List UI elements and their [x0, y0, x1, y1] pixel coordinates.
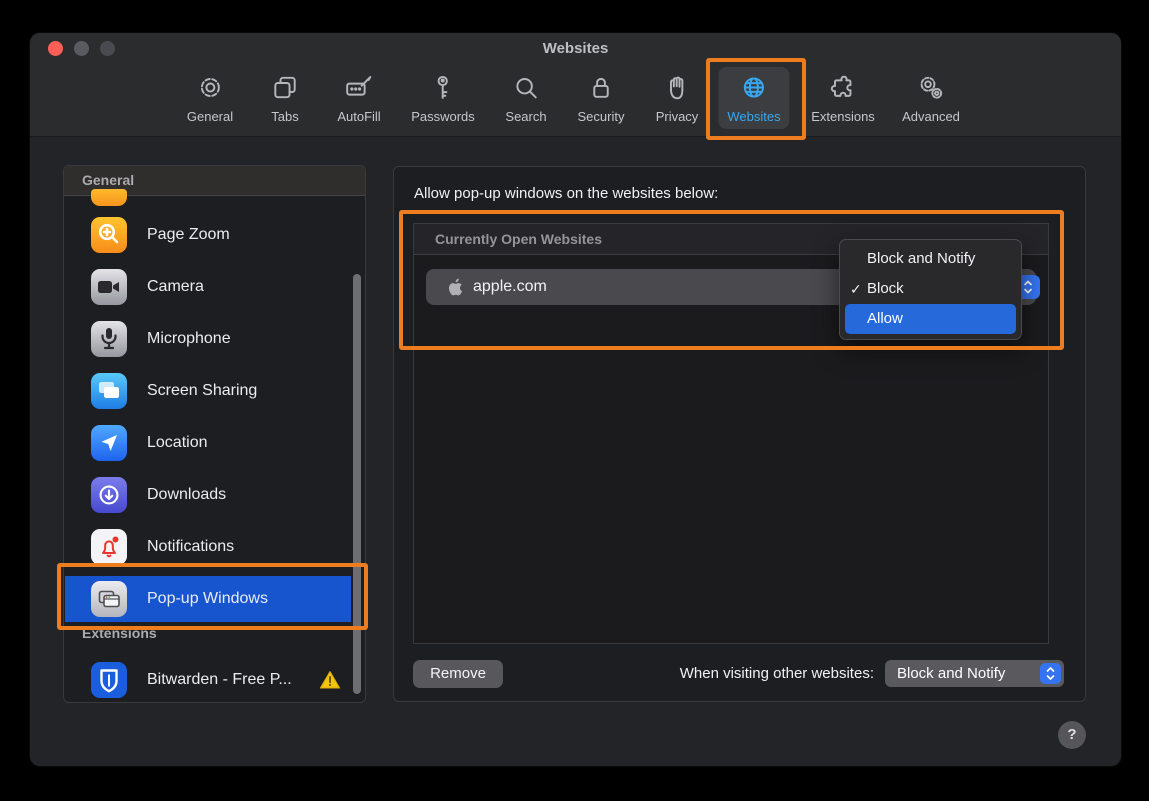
sidebar-item-camera[interactable]: Camera	[65, 264, 351, 310]
policy-value: Block and Notify	[897, 665, 1005, 682]
sidebar-item-label: Screen Sharing	[147, 382, 257, 400]
tab-label: Privacy	[656, 109, 699, 124]
sidebar-item-label: Notifications	[147, 538, 234, 556]
tab-websites[interactable]: Websites	[718, 67, 789, 129]
sidebar-item-page-zoom[interactable]: Page Zoom	[65, 212, 351, 258]
menu-item-label: Block and Notify	[867, 250, 975, 267]
lock-icon	[586, 72, 617, 106]
table-header-label: Currently Open Websites	[435, 224, 602, 254]
tab-label: Passwords	[411, 109, 475, 124]
menu-item-block[interactable]: ✓ Block	[845, 274, 1016, 304]
gear-icon	[195, 72, 226, 106]
checkmark-icon: ✓	[850, 274, 862, 304]
menu-item-allow[interactable]: Allow	[845, 304, 1016, 334]
sidebar-section-extensions: Extensions	[82, 625, 157, 641]
sidebar-item-label: Bitwarden - Free P...	[147, 671, 292, 689]
sidebar-item-label: Pop-up Windows	[147, 590, 268, 608]
apple-icon	[447, 278, 463, 296]
screen-sharing-icon	[91, 373, 127, 409]
tab-privacy[interactable]: Privacy	[647, 67, 708, 129]
downloads-icon	[91, 477, 127, 513]
sidebar-item-popup-windows[interactable]: Pop-up Windows	[65, 576, 351, 622]
tab-label: Security	[578, 109, 625, 124]
partial-item-icon	[91, 189, 127, 206]
sidebar: General Page Zoom Camera Microphone	[63, 165, 366, 703]
sidebar-item-label: Downloads	[147, 486, 226, 504]
tabs-icon	[270, 72, 301, 106]
tab-label: Search	[505, 109, 546, 124]
tab-tabs[interactable]: Tabs	[261, 67, 310, 129]
sidebar-item-screen-sharing[interactable]: Screen Sharing	[65, 368, 351, 414]
titlebar-toolbar: Websites General Tabs AutoFill Passwords…	[30, 33, 1121, 137]
tab-label: General	[187, 109, 233, 124]
sidebar-item-downloads[interactable]: Downloads	[65, 472, 351, 518]
bitwarden-icon	[91, 662, 127, 698]
tab-advanced[interactable]: Advanced	[893, 67, 969, 129]
sidebar-item-label: Page Zoom	[147, 226, 230, 244]
menu-item-block-and-notify[interactable]: Block and Notify	[845, 244, 1016, 274]
microphone-icon	[91, 321, 127, 357]
search-icon	[510, 72, 541, 106]
tab-search[interactable]: Search	[496, 67, 555, 129]
gears-icon	[915, 72, 946, 106]
chevron-up-down-icon	[1040, 663, 1061, 684]
key-icon	[427, 72, 458, 106]
camera-icon	[91, 269, 127, 305]
popup-windows-icon	[91, 581, 127, 617]
puzzle-icon	[828, 72, 859, 106]
sidebar-item-bitwarden[interactable]: Bitwarden - Free P...	[65, 657, 351, 703]
tab-passwords[interactable]: Passwords	[402, 67, 484, 129]
sidebar-item-label: Location	[147, 434, 208, 452]
sidebar-item-microphone[interactable]: Microphone	[65, 316, 351, 362]
autofill-icon	[343, 72, 374, 106]
tab-autofill[interactable]: AutoFill	[328, 67, 389, 129]
help-button[interactable]: ?	[1058, 721, 1086, 749]
page-heading: Allow pop-up windows on the websites bel…	[414, 185, 718, 202]
sidebar-item-label: Camera	[147, 278, 204, 296]
globe-icon	[738, 72, 769, 106]
menu-item-label: Allow	[867, 310, 903, 327]
tab-label: Websites	[727, 109, 780, 124]
tab-security[interactable]: Security	[569, 67, 634, 129]
menu-item-label: Block	[867, 280, 904, 297]
window-title: Websites	[30, 40, 1121, 57]
preferences-window: Websites General Tabs AutoFill Passwords…	[30, 33, 1121, 766]
sidebar-item-notifications[interactable]: Notifications	[65, 524, 351, 570]
notifications-icon	[91, 529, 127, 565]
site-label: apple.com	[473, 278, 547, 296]
when-visiting-label: When visiting other websites:	[680, 665, 874, 682]
sidebar-item-label: Microphone	[147, 330, 231, 348]
policy-context-menu: Block and Notify ✓ Block Allow	[839, 239, 1022, 340]
default-policy-popup[interactable]: Block and Notify	[885, 660, 1064, 687]
remove-button[interactable]: Remove	[413, 660, 503, 688]
tab-general[interactable]: General	[178, 67, 242, 129]
hand-icon	[662, 72, 693, 106]
tab-extensions[interactable]: Extensions	[802, 67, 884, 129]
tab-label: Extensions	[811, 109, 875, 124]
tab-label: Tabs	[271, 109, 298, 124]
warning-icon	[319, 670, 341, 690]
sidebar-scrollbar-thumb[interactable]	[353, 274, 361, 694]
tab-label: AutoFill	[337, 109, 380, 124]
tab-label: Advanced	[902, 109, 960, 124]
sidebar-item-location[interactable]: Location	[65, 420, 351, 466]
location-icon	[91, 425, 127, 461]
page-zoom-icon	[91, 217, 127, 253]
